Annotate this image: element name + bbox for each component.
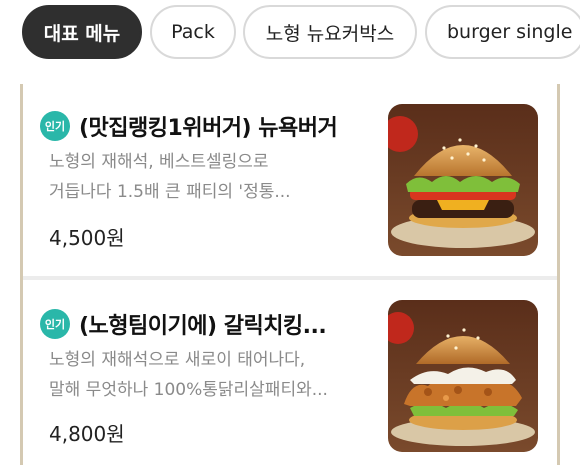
menu-list: 인기 (맛집랭킹1위버거) 뉴욕버거 노형의 재해석, 베스트셀링으로 거듭나다… (20, 84, 560, 465)
burger-photo-icon (388, 104, 538, 256)
menu-item-description-line: 노형의 재해석, 베스트셀링으로 (49, 152, 269, 172)
category-tab-bar: 대표 메뉴 Pack 노형 뉴요커박스 burger single (0, 0, 580, 66)
menu-item-title: (맛집랭킹1위버거) 뉴욕버거 (79, 116, 338, 141)
chicken-burger-photo-icon (388, 300, 538, 452)
menu-item-price: 4,800원 (49, 422, 125, 446)
tab-nohyeong-newyorker-box[interactable]: 노형 뉴요커박스 (243, 5, 417, 59)
popular-badge: 인기 (40, 309, 70, 339)
menu-item-title: (노형팀이기에) 갈릭치킹... (79, 314, 327, 339)
menu-item-description-line: 말해 무엇하나 100%통닭리살패티와... (49, 380, 328, 400)
menu-item-card[interactable]: 인기 (노형팀이기에) 갈릭치킹... 노형의 재해석으로 새로이 태어나다, … (23, 280, 557, 465)
menu-item-description: 노형의 재해석, 베스트셀링으로 거듭나다 1.5배 큰 패티의 '정통... (49, 147, 389, 207)
tab-pack[interactable]: Pack (150, 5, 236, 59)
menu-item-price: 4,500원 (49, 226, 125, 250)
tab-burger-single[interactable]: burger single (425, 5, 580, 59)
menu-item-description-line: 거듭나다 1.5배 큰 패티의 '정통... (49, 182, 291, 202)
menu-item-description-line: 노형의 재해석으로 새로이 태어나다, (49, 350, 306, 370)
menu-item-description: 노형의 재해석으로 새로이 태어나다, 말해 무엇하나 100%통닭리살패티와.… (49, 345, 389, 405)
tab-main-menu[interactable]: 대표 메뉴 (22, 5, 142, 59)
menu-item-card[interactable]: 인기 (맛집랭킹1위버거) 뉴욕버거 노형의 재해석, 베스트셀링으로 거듭나다… (23, 84, 557, 280)
popular-badge: 인기 (40, 111, 70, 141)
